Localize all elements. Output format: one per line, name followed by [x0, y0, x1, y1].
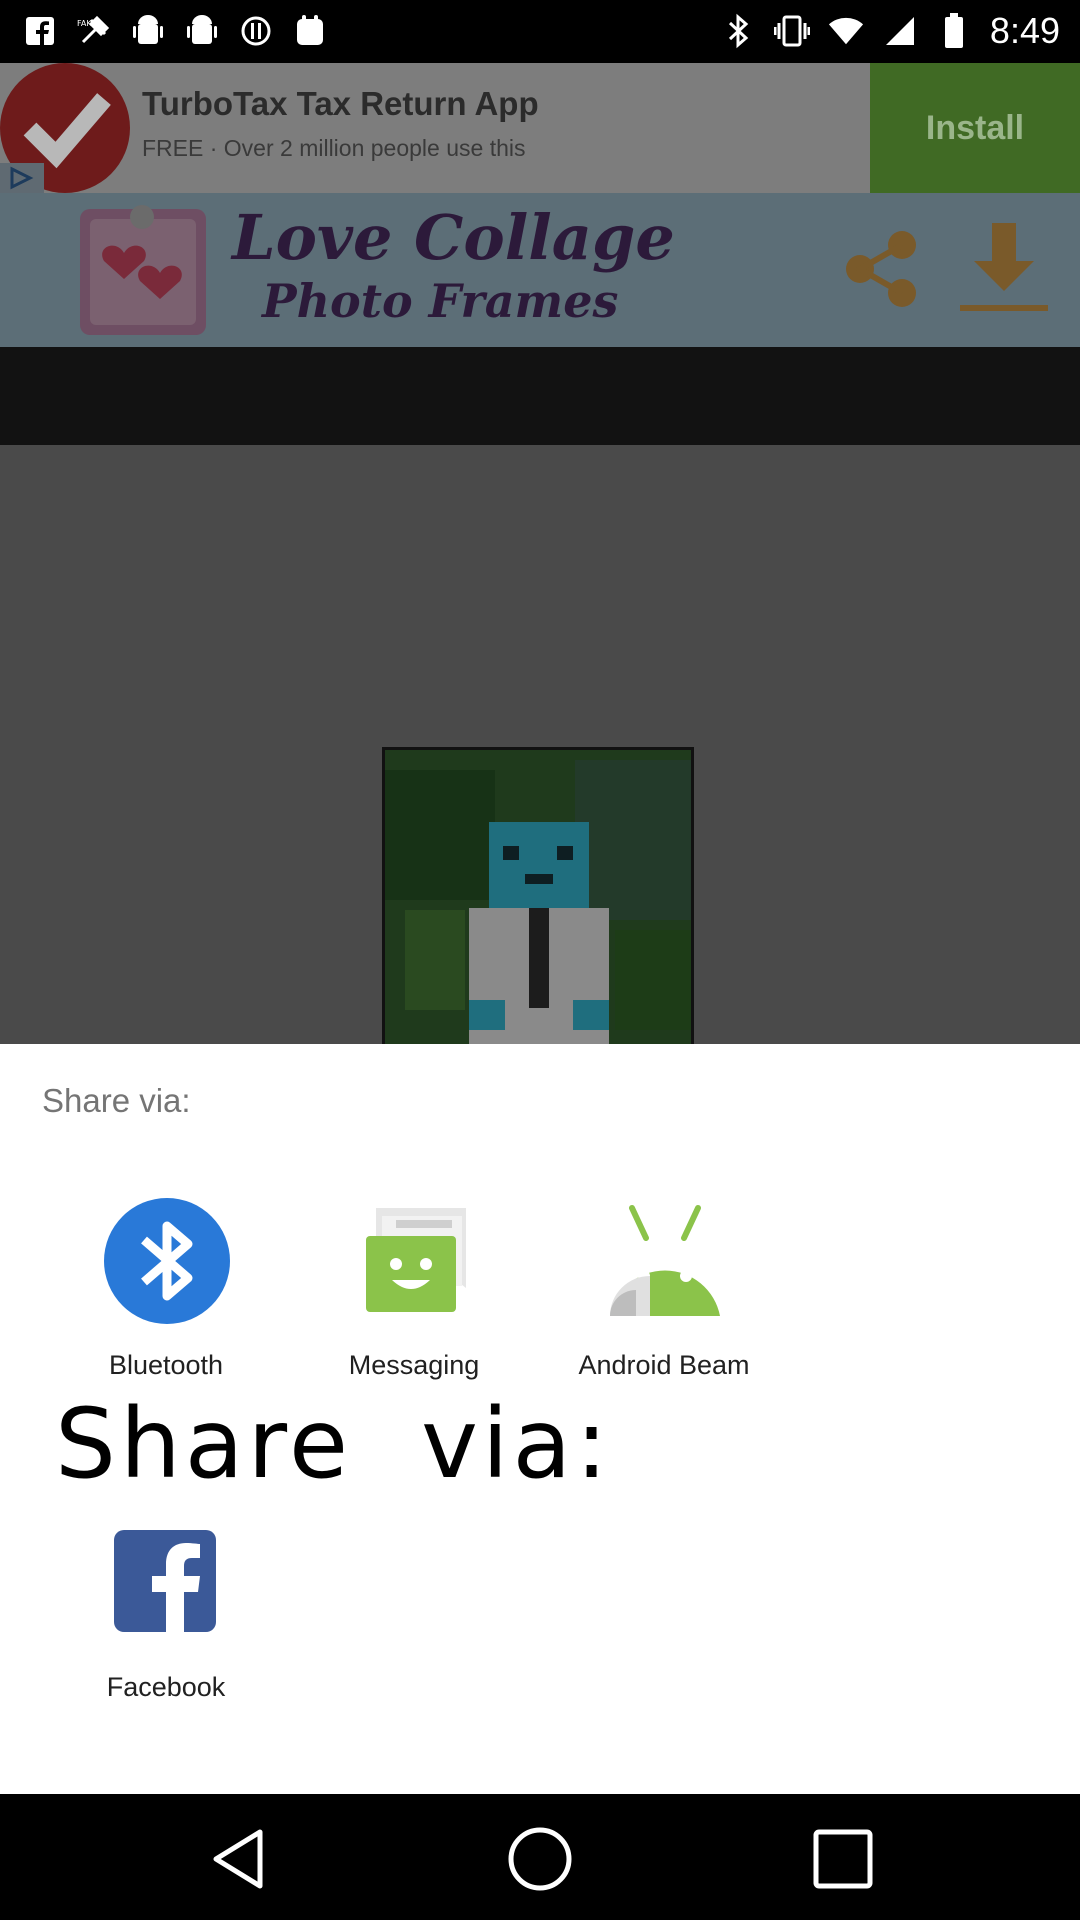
battery-icon [936, 12, 972, 50]
clock: 8:49 [989, 10, 1060, 51]
calendar-icon [292, 12, 328, 50]
ad-install-button[interactable]: Install [870, 63, 1080, 193]
vibrate-icon [773, 12, 810, 50]
system-icons: 8:49 [720, 10, 1060, 52]
navigation-bar [0, 1794, 1080, 1920]
home-icon[interactable] [505, 1824, 575, 1894]
svg-text:FAKE: FAKE [77, 19, 97, 28]
download-icon[interactable] [958, 223, 1050, 315]
wifi-icon [828, 12, 864, 50]
share-icon[interactable] [844, 229, 920, 309]
android-beam-icon [602, 1198, 728, 1324]
fake-gps-icon: FAKE [76, 12, 112, 50]
share-target-bluetooth[interactable]: Bluetooth [56, 1198, 276, 1418]
share-target-messaging[interactable]: Messaging [304, 1198, 524, 1418]
share-target-label: Bluetooth [108, 1350, 224, 1380]
share-sheet: Share via: Bluetooth Messaging Android B… [0, 1044, 1080, 1794]
share-target-facebook[interactable]: Facebook [56, 1530, 276, 1750]
preview-photo [382, 747, 694, 1044]
app-header: Love Collage Photo Frames [0, 193, 1080, 347]
android-debug-icon [130, 12, 166, 50]
recents-icon[interactable] [808, 1824, 878, 1894]
ad-subtitle: FREE · Over 2 million people use this [142, 135, 526, 161]
signal-icon [882, 12, 918, 50]
toolbar-band [0, 347, 1080, 445]
share-target-label: Messaging [348, 1350, 480, 1380]
circle-icon [238, 12, 274, 50]
share-target-label: Facebook [106, 1672, 226, 1702]
bluetooth-icon [104, 1198, 230, 1324]
app-title: Love Collage Photo Frames [232, 203, 675, 329]
app-background: TurboTax Tax Return App FREE · Over 2 mi… [0, 63, 1080, 1044]
share-target-label: Android Beam [578, 1350, 750, 1380]
ad-title: TurboTax Tax Return App [142, 85, 539, 122]
app-logo [76, 201, 212, 339]
android-debug-icon [184, 12, 220, 50]
back-icon[interactable] [204, 1824, 274, 1894]
ad-choices-icon[interactable] [0, 163, 44, 193]
share-via-overlay-label: Share via: [55, 1388, 612, 1500]
facebook-icon [22, 12, 58, 50]
ad-banner[interactable]: TurboTax Tax Return App FREE · Over 2 mi… [0, 63, 1080, 193]
messaging-icon [352, 1198, 478, 1324]
bluetooth-icon [720, 12, 756, 50]
share-heading: Share via: [42, 1082, 191, 1119]
notification-icons: FAKE [22, 12, 328, 50]
facebook-icon [114, 1530, 216, 1632]
status-bar: FAKE 8:49 [0, 0, 1080, 63]
share-target-android-beam[interactable]: Android Beam [554, 1198, 774, 1418]
app-title-line2: Photo Frames [262, 274, 619, 328]
app-title-line1: Love Collage [232, 201, 675, 274]
